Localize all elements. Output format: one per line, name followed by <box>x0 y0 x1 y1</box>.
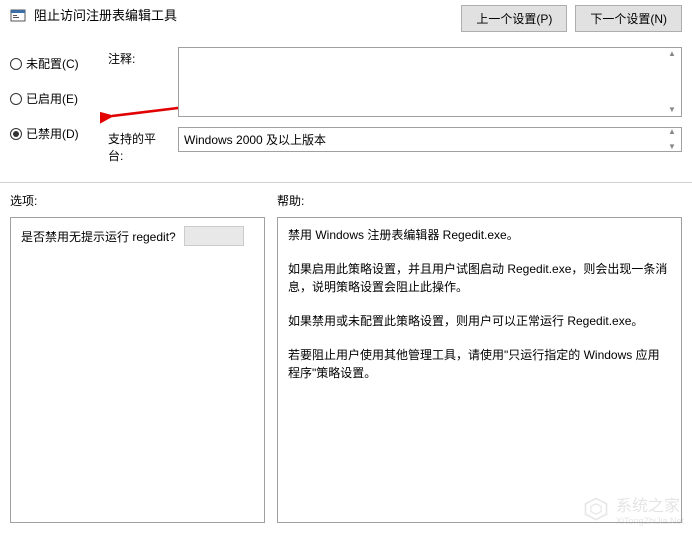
radio-label: 未配置(C) <box>26 55 79 72</box>
previous-setting-button[interactable]: 上一个设置(P) <box>461 5 567 32</box>
scroll-up-icon: ▲ <box>665 128 679 136</box>
platform-label: 支持的平台: <box>108 127 168 164</box>
radio-label: 已启用(E) <box>26 90 78 107</box>
next-setting-button[interactable]: 下一个设置(N) <box>575 5 682 32</box>
comment-label: 注释: <box>108 47 168 67</box>
help-paragraph: 禁用 Windows 注册表编辑器 Regedit.exe。 <box>288 226 671 244</box>
scroll-down-icon: ▼ <box>665 143 679 151</box>
radio-icon <box>10 93 22 105</box>
scroll-up-icon: ▲ <box>665 50 679 58</box>
option-question: 是否禁用无提示运行 regedit? <box>21 228 176 245</box>
help-paragraph: 如果禁用或未配置此策略设置，则用户可以正常运行 Regedit.exe。 <box>288 312 671 330</box>
help-panel: 禁用 Windows 注册表编辑器 Regedit.exe。 如果启用此策略设置… <box>277 217 682 523</box>
radio-enabled[interactable]: 已启用(E) <box>10 90 100 107</box>
radio-not-configured[interactable]: 未配置(C) <box>10 55 100 72</box>
dialog-title: 阻止访问注册表编辑工具 <box>34 5 453 24</box>
scrollbar[interactable]: ▲ ▼ <box>665 128 679 151</box>
scroll-down-icon: ▼ <box>665 106 679 114</box>
options-section-label: 选项: <box>10 188 265 217</box>
platform-value: Windows 2000 及以上版本 <box>184 133 326 147</box>
radio-disabled[interactable]: 已禁用(D) <box>10 125 100 142</box>
radio-label: 已禁用(D) <box>26 125 79 142</box>
options-panel: 是否禁用无提示运行 regedit? <box>10 217 265 523</box>
regedit-silent-dropdown[interactable] <box>184 226 244 246</box>
help-paragraph: 如果启用此策略设置，并且用户试图启动 Regedit.exe，则会出现一条消息，… <box>288 260 671 296</box>
help-section-label: 帮助: <box>277 188 682 217</box>
policy-icon <box>10 7 26 23</box>
help-paragraph: 若要阻止用户使用其他管理工具，请使用"只运行指定的 Windows 应用程序"策… <box>288 346 671 382</box>
platform-textarea[interactable]: Windows 2000 及以上版本 ▲ ▼ <box>178 127 682 152</box>
radio-icon <box>10 58 22 70</box>
comment-textarea[interactable]: ▲ ▼ <box>178 47 682 117</box>
scrollbar[interactable]: ▲ ▼ <box>665 50 679 114</box>
radio-icon <box>10 128 22 140</box>
